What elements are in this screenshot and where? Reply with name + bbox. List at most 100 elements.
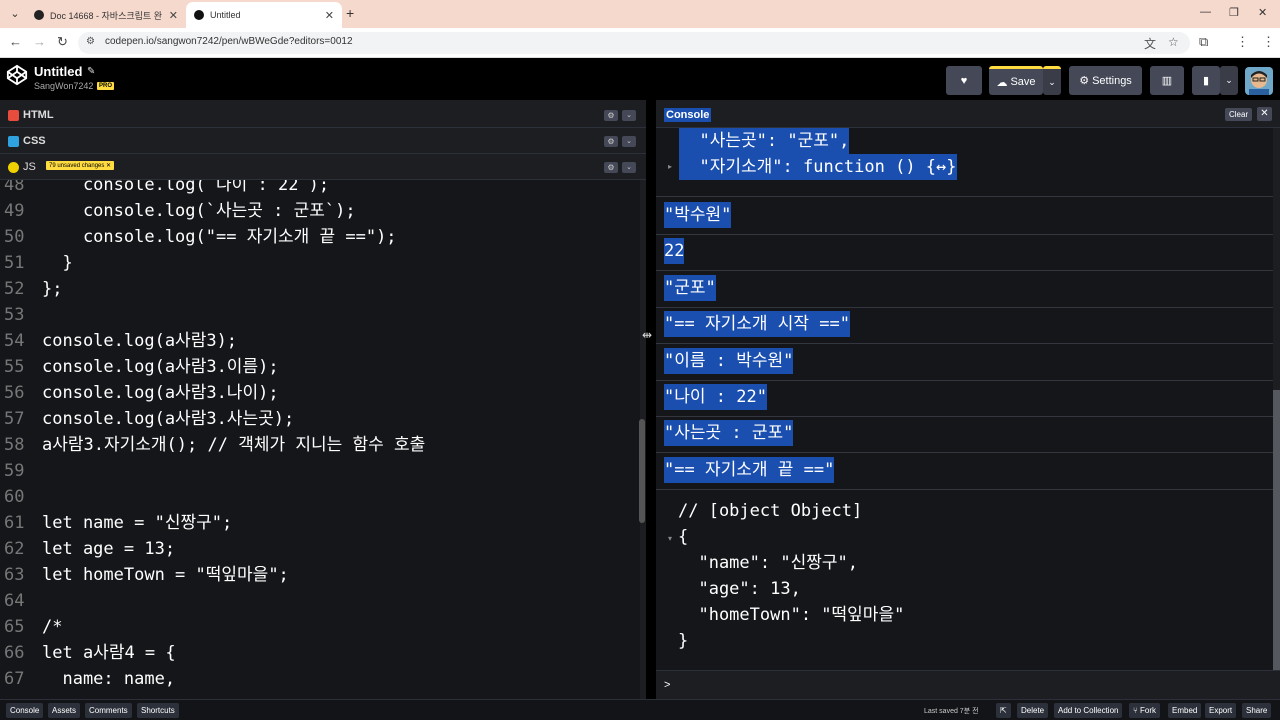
browser-tab-untitled[interactable]: Untitled ✕ [186,2,342,28]
translate-icon[interactable]: 文 [1144,35,1156,52]
extensions-icon[interactable]: ⧉ [1199,34,1208,50]
gear-icon[interactable]: ⚙ [604,162,618,173]
unsaved-changes-badge[interactable]: 79 unsaved changes ✕ [46,161,115,170]
fork-button[interactable]: ⑂ Fork [1129,703,1161,718]
chevron-down-icon[interactable]: ⌄ [622,136,636,147]
console-object-line: "자기소개": function () {↔} [679,154,957,180]
close-tab-icon[interactable]: ✕ [325,9,334,22]
heart-button[interactable]: ♥ [946,66,982,95]
line-number: 66 [4,643,25,663]
bookmark-button[interactable]: ▮ [1192,66,1220,95]
console-header: Console Clear ✕ [656,100,1280,128]
code-text[interactable]: console.log(a사람3.사는곳); [42,406,294,432]
reload-icon[interactable]: ↻ [57,34,68,50]
embed-button[interactable]: Embed [1168,703,1202,718]
css-editor-bar[interactable]: CSS ⚙ ⌄ [0,128,646,154]
html-editor-label: HTML [23,109,54,121]
line-number: 53 [4,305,25,325]
clear-button[interactable]: Clear [1225,108,1253,121]
gear-icon[interactable]: ⚙ [604,110,618,121]
bookmark-dropdown-button[interactable]: ⌄ [1220,66,1238,95]
console-scrollbar[interactable] [1273,390,1280,670]
line-number: 50 [4,227,25,247]
profile-icon[interactable]: ⋮ [1236,34,1249,50]
code-text[interactable]: let homeTown = "떡잎마을"; [42,562,289,588]
code-text[interactable]: } [42,250,72,276]
console-separator [656,343,1273,344]
resize-handle-icon[interactable]: ⇹ [642,328,652,342]
code-text[interactable]: let a사람4 = { [42,640,176,666]
html-editor-bar[interactable]: HTML ⚙ ⌄ [0,102,646,128]
url-bar[interactable]: ⚙ codepen.io/sangwon7242/pen/wBWeGde?edi… [78,32,1190,54]
console-object-close: } [678,631,689,651]
share-button[interactable]: Share [1242,703,1272,718]
add-to-collection-button[interactable]: Add to Collection [1054,703,1123,718]
console-button[interactable]: Console [6,703,44,718]
console-input[interactable]: > [656,670,1280,699]
code-text[interactable]: console.log(`나이 : 22`); [42,180,329,198]
minimize-icon[interactable]: — [1200,6,1211,18]
external-link-icon[interactable]: ⇱ [996,703,1011,718]
code-text[interactable]: console.log(`사는곳 : 군포`); [42,198,356,224]
comments-button[interactable]: Comments [85,703,132,718]
code-text[interactable]: console.log(a사람3); [42,328,237,354]
tab-search-icon[interactable]: ⌄ [6,5,24,23]
gear-icon[interactable]: ⚙ [604,136,618,147]
site-info-icon[interactable]: ⚙ [86,36,95,47]
line-number: 60 [4,487,25,507]
address-bar-row: ← → ↻ ⚙ codepen.io/sangwon7242/pen/wBWeG… [0,28,1280,58]
console-log-entry: 22 [664,238,685,264]
new-tab-icon[interactable]: + [346,5,354,21]
code-text[interactable]: console.log(a사람3.나이); [42,380,279,406]
close-window-icon[interactable]: ✕ [1258,6,1267,19]
username[interactable]: SangWon7242 [34,81,93,91]
code-text[interactable]: a사람3.자기소개(); // 객체가 지니는 함수 호출 [42,432,425,458]
collapse-arrow-icon[interactable]: ▾ [668,534,672,543]
menu-icon[interactable]: ⋮ [1262,34,1275,50]
forward-icon[interactable]: → [33,34,46,49]
save-dropdown-button[interactable]: ⌄ [1043,66,1061,95]
save-button[interactable]: ☁ Save [989,66,1043,95]
expand-arrow-icon[interactable]: ▸ [668,162,672,171]
js-code-editor[interactable]: 48 console.log(`나이 : 22`); 49 console.log… [0,180,640,699]
console-log-entry: "== 자기소개 끝 ==" [664,457,835,483]
code-text[interactable]: }; [42,276,62,302]
edit-title-icon[interactable]: ✎ [87,66,95,77]
bookmark-star-icon[interactable]: ☆ [1168,35,1179,49]
editor-scrollbar[interactable] [639,419,645,523]
console-pane: Console Clear ✕ "사는곳": "군포", "자기소개": fun… [656,100,1280,699]
code-text[interactable]: let name = "신짱구"; [42,510,232,536]
code-text[interactable]: name: name, [42,666,175,692]
console-log-entry: "군포" [664,275,716,301]
code-text[interactable]: console.log(a사람3.이름); [42,354,279,380]
pen-title[interactable]: Untitled [34,64,82,79]
line-number: 55 [4,357,25,377]
console-title: Console [664,108,712,122]
codepen-header: Untitled ✎ SangWon7242 PRO ♥ ☁ Save ⌄ ⚙ … [0,58,1280,100]
shortcuts-button[interactable]: Shortcuts [137,703,179,718]
code-text[interactable]: /* [42,614,62,640]
layout-button[interactable]: ▥ [1150,66,1184,95]
delete-button[interactable]: Delete [1017,703,1049,718]
console-object-line: "homeTown": "떡잎마을" [678,605,905,625]
url-text[interactable]: codepen.io/sangwon7242/pen/wBWeGde?edito… [105,36,353,47]
back-icon[interactable]: ← [9,34,22,49]
restore-icon[interactable]: ❐ [1229,6,1239,19]
line-number: 51 [4,253,25,273]
close-console-icon[interactable]: ✕ [1257,107,1272,121]
browser-tab-doc[interactable]: Doc 14668 - 자바스크립트 완 ✕ [26,2,186,28]
avatar[interactable] [1245,67,1273,95]
chevron-down-icon[interactable]: ⌄ [622,110,636,121]
line-number: 67 [4,669,25,689]
css-badge-icon [8,136,19,147]
code-text[interactable]: let age = 13; [42,536,175,562]
line-number: 61 [4,513,25,533]
close-tab-icon[interactable]: ✕ [169,9,178,22]
export-button[interactable]: Export [1205,703,1237,718]
settings-button[interactable]: ⚙ Settings [1069,66,1142,95]
code-text[interactable]: console.log("== 자기소개 끝 =="); [42,224,397,250]
assets-button[interactable]: Assets [48,703,81,718]
js-editor-label: JS [23,161,36,173]
codepen-logo-icon[interactable] [6,64,28,86]
chevron-down-icon[interactable]: ⌄ [622,162,636,173]
